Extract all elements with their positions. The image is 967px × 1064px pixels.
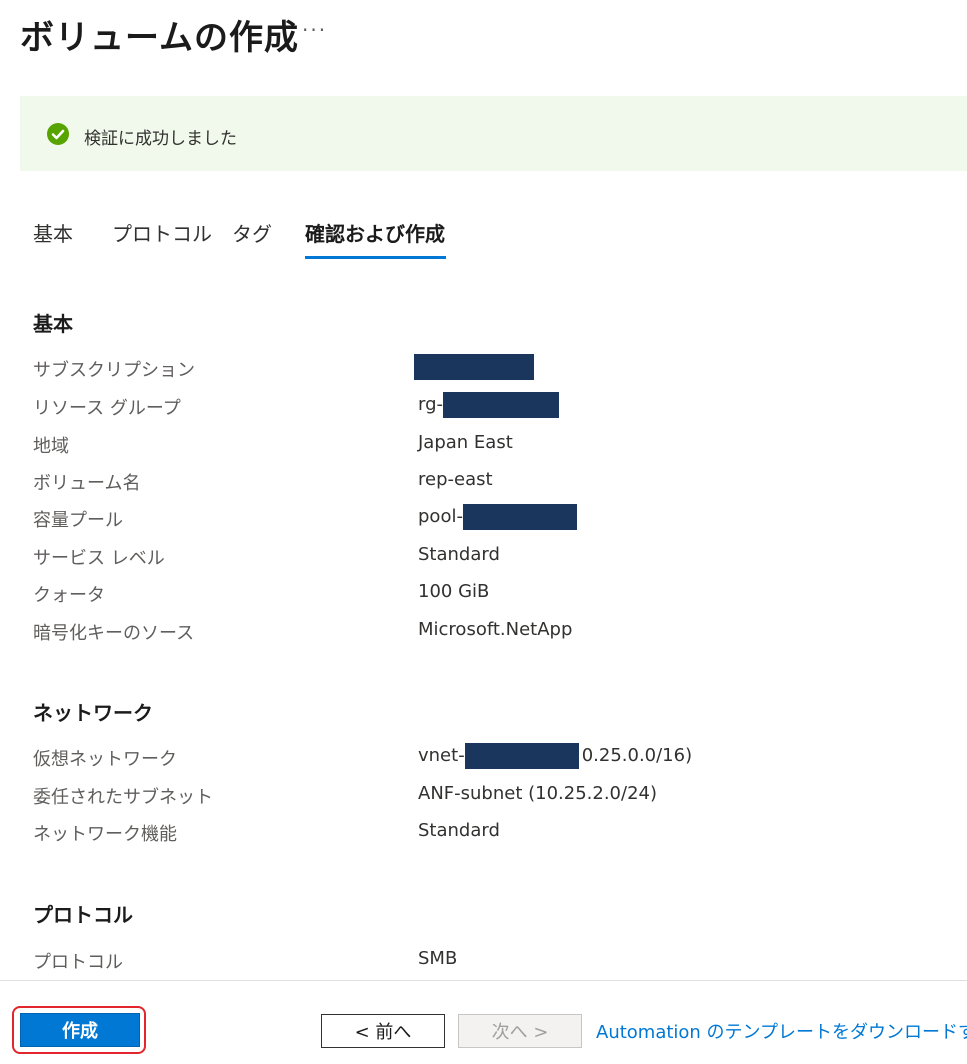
capacity-pool-prefix: pool- bbox=[418, 506, 463, 527]
value-service-level: Standard bbox=[418, 544, 500, 565]
tab-review-create[interactable]: 確認および作成 bbox=[305, 218, 445, 247]
previous-button[interactable]: < 前へ bbox=[321, 1014, 445, 1048]
label-resource-group: リソース グループ bbox=[33, 398, 181, 419]
vnet-prefix: vnet- bbox=[418, 745, 465, 766]
label-virtual-network: 仮想ネットワーク bbox=[33, 749, 177, 770]
tab-tags[interactable]: タグ bbox=[232, 218, 272, 247]
redaction-block bbox=[464, 743, 579, 769]
value-region: Japan East bbox=[418, 432, 513, 453]
active-tab-indicator bbox=[305, 256, 446, 259]
label-service-level: サービス レベル bbox=[33, 548, 165, 569]
value-protocol: SMB bbox=[418, 948, 458, 969]
resource-group-prefix: rg- bbox=[418, 394, 444, 415]
more-options-button[interactable]: ··· bbox=[302, 18, 327, 42]
validation-banner: 検証に成功しました bbox=[20, 96, 967, 171]
check-circle-icon bbox=[47, 123, 69, 145]
next-button[interactable]: 次へ > bbox=[458, 1014, 582, 1048]
label-delegated-subnet: 委任されたサブネット bbox=[33, 787, 213, 808]
value-quota: 100 GiB bbox=[418, 581, 490, 602]
tab-protocol[interactable]: プロトコル bbox=[112, 218, 212, 247]
section-heading-network: ネットワーク bbox=[33, 701, 153, 725]
redaction-block bbox=[443, 392, 560, 418]
label-volume-name: ボリューム名 bbox=[33, 473, 141, 494]
tab-basic[interactable]: 基本 bbox=[33, 218, 73, 247]
redaction-block bbox=[414, 354, 534, 380]
label-subscription: サブスクリプション bbox=[33, 360, 195, 381]
label-region: 地域 bbox=[33, 436, 69, 457]
label-protocol: プロトコル bbox=[33, 952, 123, 973]
value-virtual-network: vnet- 0.25.0.0/16) bbox=[418, 743, 692, 769]
label-quota: クォータ bbox=[33, 585, 105, 606]
page-title: ボリュームの作成 bbox=[20, 18, 299, 58]
redaction-block bbox=[462, 504, 577, 530]
section-heading-protocol: プロトコル bbox=[33, 903, 133, 927]
value-subscription bbox=[414, 354, 534, 380]
section-heading-basic: 基本 bbox=[33, 312, 73, 336]
vnet-suffix: 0.25.0.0/16) bbox=[581, 745, 693, 766]
validation-message: 検証に成功しました bbox=[84, 129, 237, 149]
label-encryption-key-source: 暗号化キーのソース bbox=[33, 623, 195, 644]
value-encryption-key-source: Microsoft.NetApp bbox=[418, 619, 573, 640]
value-capacity-pool: pool- bbox=[418, 504, 577, 530]
download-template-link[interactable]: Automation のテンプレートをダウンロードする bbox=[596, 1018, 967, 1044]
value-volume-name: rep-east bbox=[418, 469, 493, 490]
label-network-features: ネットワーク機能 bbox=[33, 824, 177, 845]
value-network-features: Standard bbox=[418, 820, 500, 841]
label-capacity-pool: 容量プール bbox=[33, 510, 123, 531]
create-button[interactable]: 作成 bbox=[20, 1013, 140, 1047]
value-delegated-subnet: ANF-subnet (10.25.2.0/24) bbox=[418, 783, 657, 804]
footer-divider bbox=[0, 980, 967, 981]
value-resource-group: rg- bbox=[418, 392, 560, 418]
